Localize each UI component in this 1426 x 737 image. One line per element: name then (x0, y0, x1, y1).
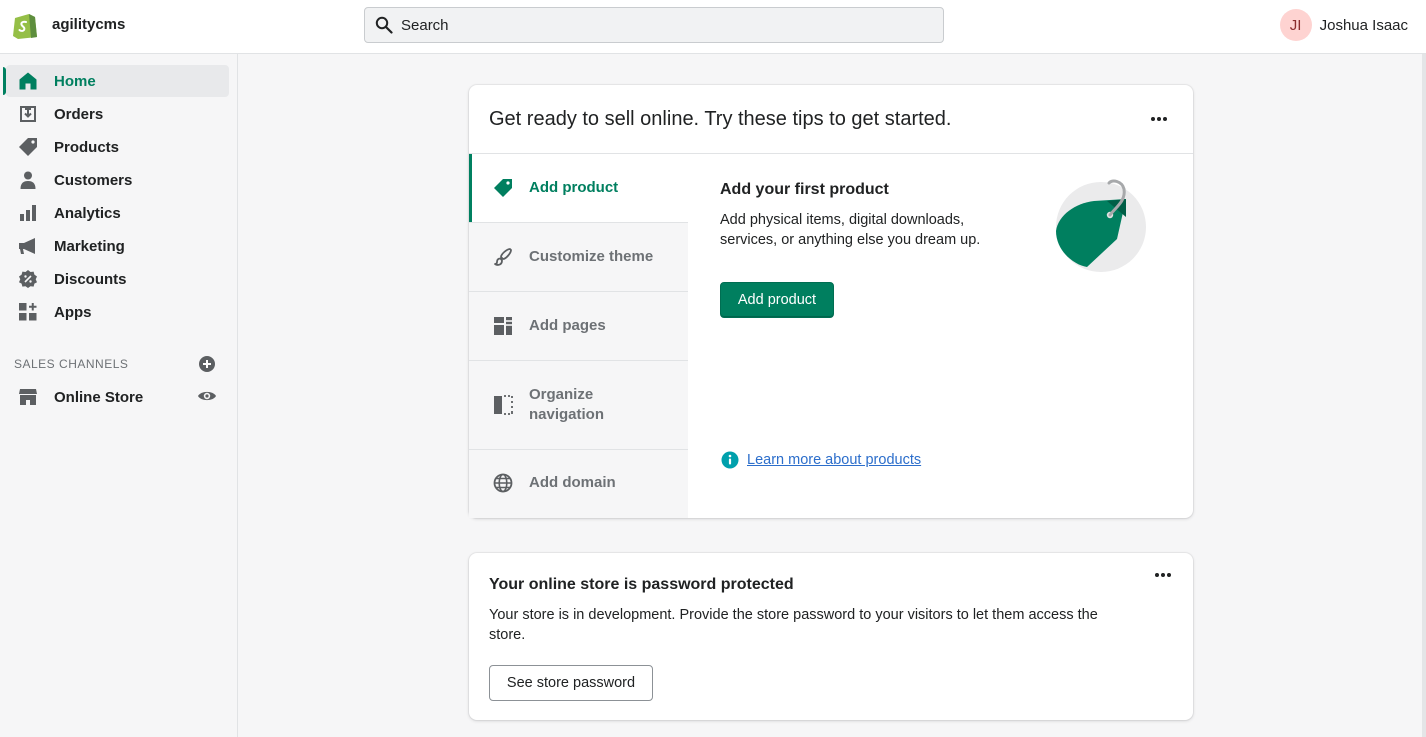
sidebar-item-apps[interactable]: Apps (6, 296, 229, 328)
sidebar-item-label: Customers (54, 172, 133, 189)
see-store-password-button[interactable]: See store password (489, 665, 653, 701)
setup-tabs: Add product Customize theme Add pages Or… (469, 154, 688, 518)
tab-label: Add pages (529, 317, 606, 334)
panel-description: Add physical items, digital downloads, s… (720, 212, 981, 248)
tab-label: Customize theme (529, 248, 654, 265)
sidebar-item-label: Online Store (54, 389, 144, 406)
store-name[interactable]: agilitycms (52, 16, 125, 33)
avatar: JI (1279, 9, 1312, 41)
top-bar: agilitycms Search JI Joshua Isaac (0, 0, 1426, 54)
tab-label: Add domain (529, 474, 616, 491)
tab-add-pages[interactable]: Add pages (469, 292, 688, 361)
card-description: Your store is in development. Provide th… (489, 607, 1098, 643)
scrollbar[interactable] (1422, 54, 1426, 737)
learn-more-link[interactable]: Learn more about products (747, 452, 921, 468)
tab-organize-navigation[interactable]: Organize navigation (469, 361, 688, 450)
tab-label: Organize navigation (529, 386, 605, 423)
sidebar-item-online-store[interactable]: Online Store (6, 381, 229, 413)
sidebar: Home Orders Products Customers Analytics (0, 54, 238, 737)
sidebar-item-analytics[interactable]: Analytics (6, 197, 229, 229)
bar-chart-icon (20, 205, 36, 221)
search-icon (375, 16, 393, 34)
add-product-button[interactable]: Add product (720, 282, 834, 318)
sidebar-item-home[interactable]: Home (3, 65, 229, 97)
tag-icon (19, 138, 37, 156)
sidebar-item-marketing[interactable]: Marketing (6, 230, 229, 262)
sales-channels-heading: SALES CHANNELS (14, 357, 129, 371)
store-icon (19, 389, 37, 405)
sidebar-item-label: Apps (54, 304, 92, 321)
product-tag-illustration (1056, 179, 1146, 272)
info-icon (721, 451, 739, 469)
sidebar-item-discounts[interactable]: Discounts (6, 263, 229, 295)
search-placeholder: Search (401, 17, 449, 34)
sidebar-item-label: Products (54, 139, 120, 156)
navigation-icon (494, 395, 513, 415)
tag-icon (494, 179, 512, 197)
sidebar-item-label: Marketing (54, 238, 125, 255)
panel-title: Add your first product (720, 181, 889, 198)
card-title: Your online store is password protected (489, 576, 794, 593)
tab-label: Add product (529, 179, 619, 196)
sidebar-item-label: Home (54, 73, 96, 90)
card-title: Get ready to sell online. Try these tips… (489, 108, 952, 130)
shopify-logo[interactable] (12, 11, 38, 39)
sidebar-item-label: Analytics (54, 205, 121, 222)
user-name: Joshua Isaac (1319, 16, 1408, 34)
sidebar-item-label: Orders (54, 106, 104, 123)
more-actions-icon[interactable] (1154, 572, 1172, 578)
megaphone-icon (19, 238, 35, 254)
more-actions-icon[interactable] (1150, 116, 1168, 122)
add-channel-icon[interactable] (198, 355, 216, 373)
tab-add-product[interactable]: Add product (469, 154, 688, 223)
brush-icon (494, 248, 512, 266)
tab-add-domain[interactable]: Add domain (469, 450, 688, 518)
globe-icon (493, 473, 513, 493)
person-icon (20, 171, 36, 189)
apps-icon (19, 303, 37, 321)
search-input[interactable]: Search (364, 7, 944, 43)
pages-icon (494, 317, 512, 335)
orders-icon (20, 106, 36, 122)
password-protected-card: Your online store is password protected … (469, 553, 1193, 720)
eye-icon[interactable] (197, 389, 217, 403)
sidebar-item-orders[interactable]: Orders (6, 98, 229, 130)
sidebar-item-label: Discounts (54, 271, 127, 288)
tab-customize-theme[interactable]: Customize theme (469, 223, 688, 292)
setup-guide-card: Get ready to sell online. Try these tips… (469, 85, 1193, 518)
sidebar-item-products[interactable]: Products (6, 131, 229, 163)
sidebar-item-customers[interactable]: Customers (6, 164, 229, 196)
home-icon (19, 72, 37, 90)
user-menu[interactable]: JI Joshua Isaac (1279, 9, 1408, 41)
discount-icon (19, 270, 37, 288)
